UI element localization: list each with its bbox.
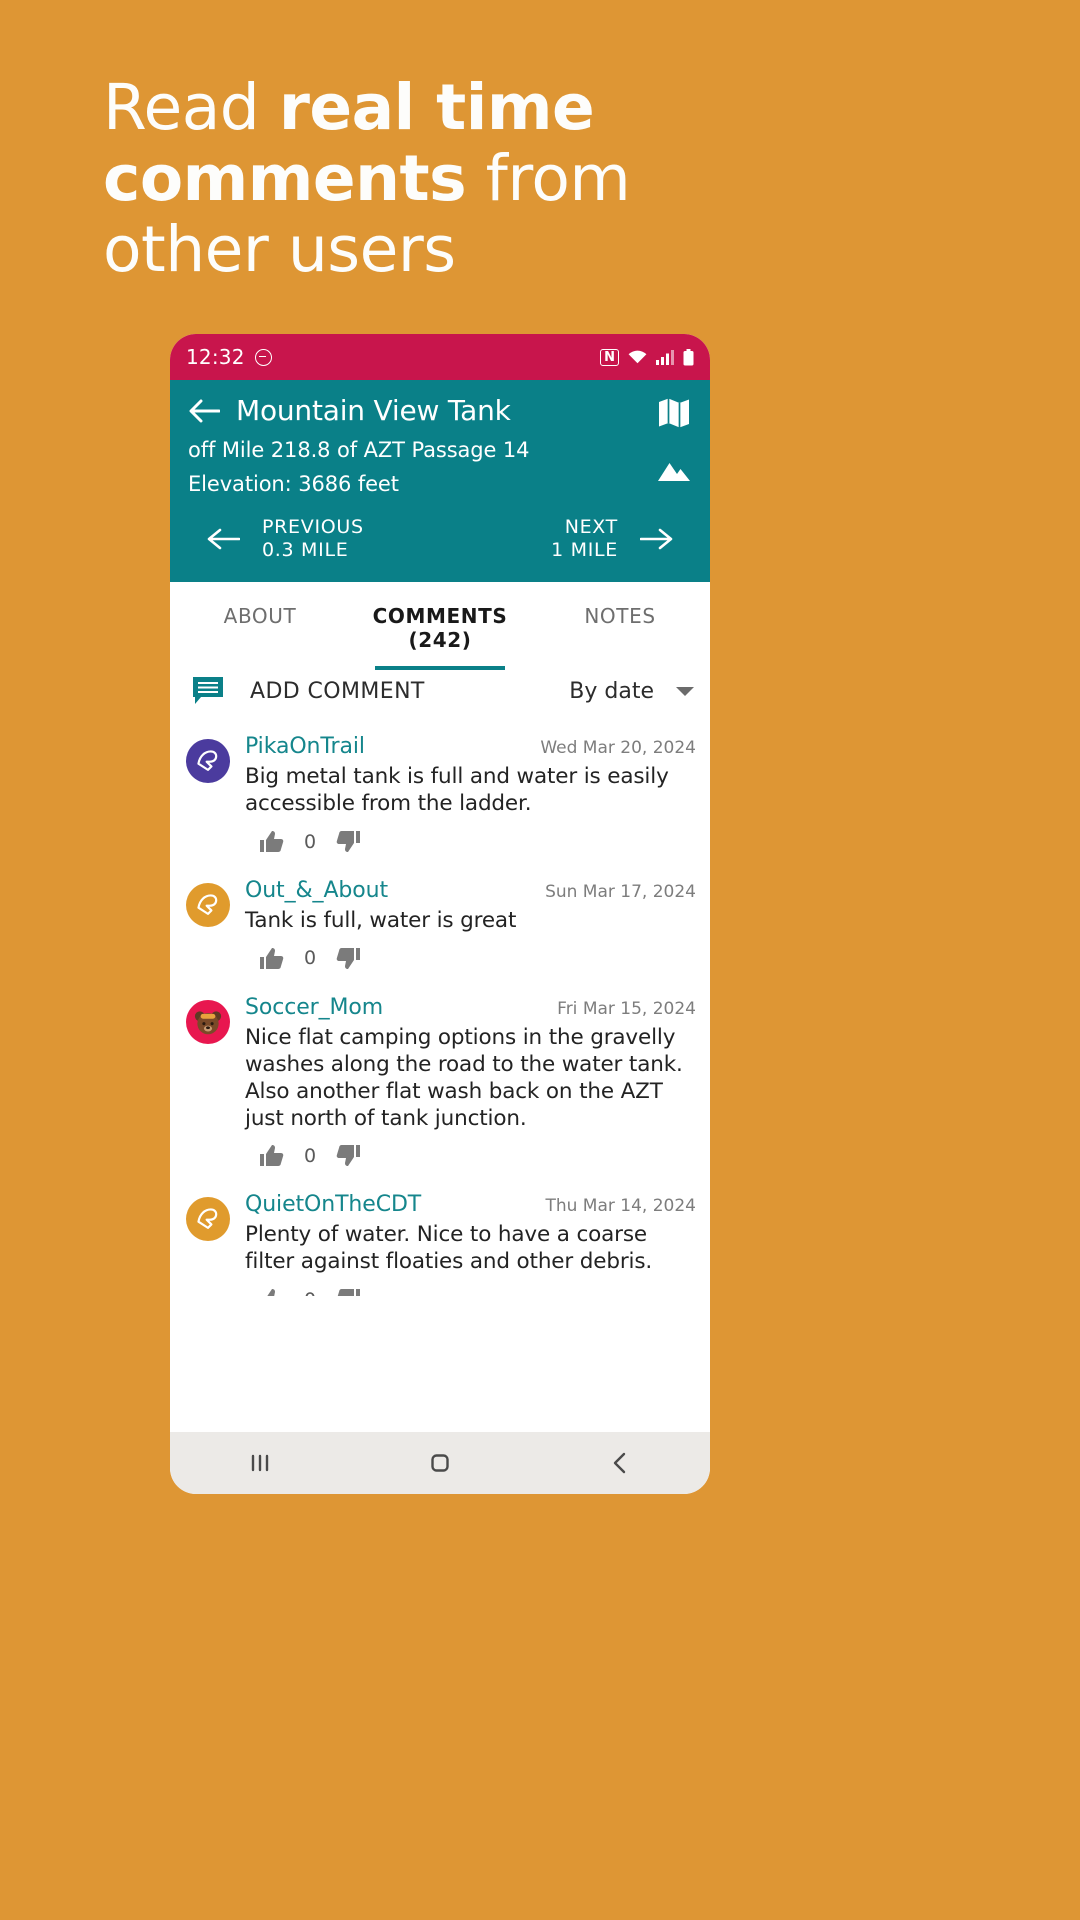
status-time: 12:32 <box>186 345 245 369</box>
phone-mockup: 12:32 N Mountain View Tank off Mile 218.… <box>170 334 710 1494</box>
comment-text: Nice flat camping options in the gravell… <box>245 1024 683 1131</box>
do-not-disturb-icon <box>254 348 272 366</box>
tab-notes[interactable]: NOTES <box>530 604 710 646</box>
android-nav-bar <box>170 1432 710 1494</box>
vote-row: 0 <box>245 1287 696 1297</box>
comment-date: Wed Mar 20, 2024 <box>540 738 696 759</box>
comment-text: Plenty of water. Nice to have a coarse f… <box>245 1222 653 1275</box>
recents-icon[interactable] <box>243 1446 277 1480</box>
next-distance: 1 MILE <box>551 539 618 562</box>
sort-value: By date <box>569 678 654 704</box>
thumbs-up-icon[interactable] <box>259 946 284 971</box>
header-action-icons <box>656 394 692 488</box>
back-icon[interactable] <box>603 1446 637 1480</box>
thumbs-up-icon[interactable] <box>259 1143 284 1168</box>
chevron-down-icon <box>676 686 694 696</box>
map-icon[interactable] <box>656 394 692 430</box>
app-header: Mountain View Tank off Mile 218.8 of AZT… <box>170 380 710 583</box>
home-icon[interactable] <box>423 1446 457 1480</box>
nfc-icon: N <box>600 348 619 366</box>
avatar <box>186 883 230 928</box>
vote-count: 0 <box>304 1289 316 1297</box>
comment-author[interactable]: PikaOnTrail <box>245 734 365 759</box>
next-waypoint-button[interactable]: NEXT 1 MILE <box>551 516 674 562</box>
headline-bold-1: real time <box>278 71 595 144</box>
next-label: NEXT <box>564 516 618 538</box>
add-comment-label[interactable]: ADD COMMENT <box>250 679 425 704</box>
thumbs-up-icon[interactable] <box>259 1287 284 1297</box>
comments-list[interactable]: PikaOnTrail Wed Mar 20, 2024 Big metal t… <box>170 722 710 1297</box>
wifi-icon <box>628 350 647 364</box>
list-item[interactable]: Soccer_Mom Fri Mar 15, 2024 Nice flat ca… <box>186 983 696 1181</box>
arrow-left-icon <box>206 527 241 551</box>
thumbs-down-icon[interactable] <box>336 946 361 971</box>
vote-row: 0 <box>245 829 696 862</box>
thumbs-down-icon[interactable] <box>336 1287 361 1297</box>
tab-comments[interactable]: COMMENTS (242) <box>350 604 530 671</box>
status-icons: N <box>600 348 694 366</box>
vote-count: 0 <box>304 830 317 853</box>
list-item[interactable]: Out_&_About Sun Mar 17, 2024 Tank is ful… <box>186 866 696 983</box>
vote-count: 0 <box>304 1144 317 1167</box>
vote-row: 0 <box>245 946 696 979</box>
thumbs-down-icon[interactable] <box>336 1143 361 1168</box>
previous-label: PREVIOUS <box>262 516 364 538</box>
prev-next-nav: PREVIOUS 0.3 MILE NEXT 1 MILE <box>188 496 692 582</box>
comment-author[interactable]: QuietOnTheCDT <box>245 1192 421 1217</box>
avatar <box>186 999 230 1044</box>
page-title: Read real time comments from other users <box>103 72 803 286</box>
vote-row: 0 <box>245 1143 696 1176</box>
place-subtitle: off Mile 218.8 of AZT Passage 14 <box>188 438 530 462</box>
avatar <box>186 739 230 784</box>
comment-date: Thu Mar 14, 2024 <box>545 1196 696 1217</box>
comment-author[interactable]: Soccer_Mom <box>245 995 383 1020</box>
list-item[interactable]: PikaOnTrail Wed Mar 20, 2024 Big metal t… <box>186 722 696 866</box>
thumbs-up-icon[interactable] <box>259 829 284 854</box>
battery-icon <box>683 348 694 366</box>
sort-dropdown[interactable]: By date <box>569 679 694 704</box>
headline-text-1: Read <box>103 71 279 144</box>
arrow-right-icon <box>639 527 674 551</box>
comment-bubble-icon[interactable] <box>192 676 224 706</box>
previous-waypoint-button[interactable]: PREVIOUS 0.3 MILE <box>206 516 364 562</box>
status-bar: 12:32 N <box>170 334 710 380</box>
back-arrow-icon[interactable] <box>188 398 221 424</box>
headline-bold-2: comments <box>103 142 467 216</box>
place-title: Mountain View Tank <box>236 394 511 427</box>
tab-about[interactable]: ABOUT <box>170 604 350 646</box>
place-elevation: Elevation: 3686 feet <box>188 472 399 496</box>
avatar <box>186 1197 230 1242</box>
comment-text: Big metal tank is full and water is easi… <box>245 764 669 817</box>
vote-count: 0 <box>304 947 317 970</box>
comment-date: Fri Mar 15, 2024 <box>557 998 696 1019</box>
cellular-signal-icon <box>656 349 674 365</box>
comment-text: Tank is full, water is great <box>245 908 517 934</box>
thumbs-down-icon[interactable] <box>336 829 361 854</box>
list-item[interactable]: QuietOnTheCDT Thu Mar 14, 2024 Plenty of… <box>186 1180 696 1297</box>
header-title-row: Mountain View Tank <box>188 394 692 427</box>
comment-author[interactable]: Out_&_About <box>245 878 388 903</box>
tab-bar: ABOUT COMMENTS (242) NOTES <box>170 582 710 671</box>
comment-date: Sun Mar 17, 2024 <box>545 882 696 903</box>
previous-distance: 0.3 MILE <box>262 539 349 562</box>
mountain-icon[interactable] <box>656 452 692 488</box>
